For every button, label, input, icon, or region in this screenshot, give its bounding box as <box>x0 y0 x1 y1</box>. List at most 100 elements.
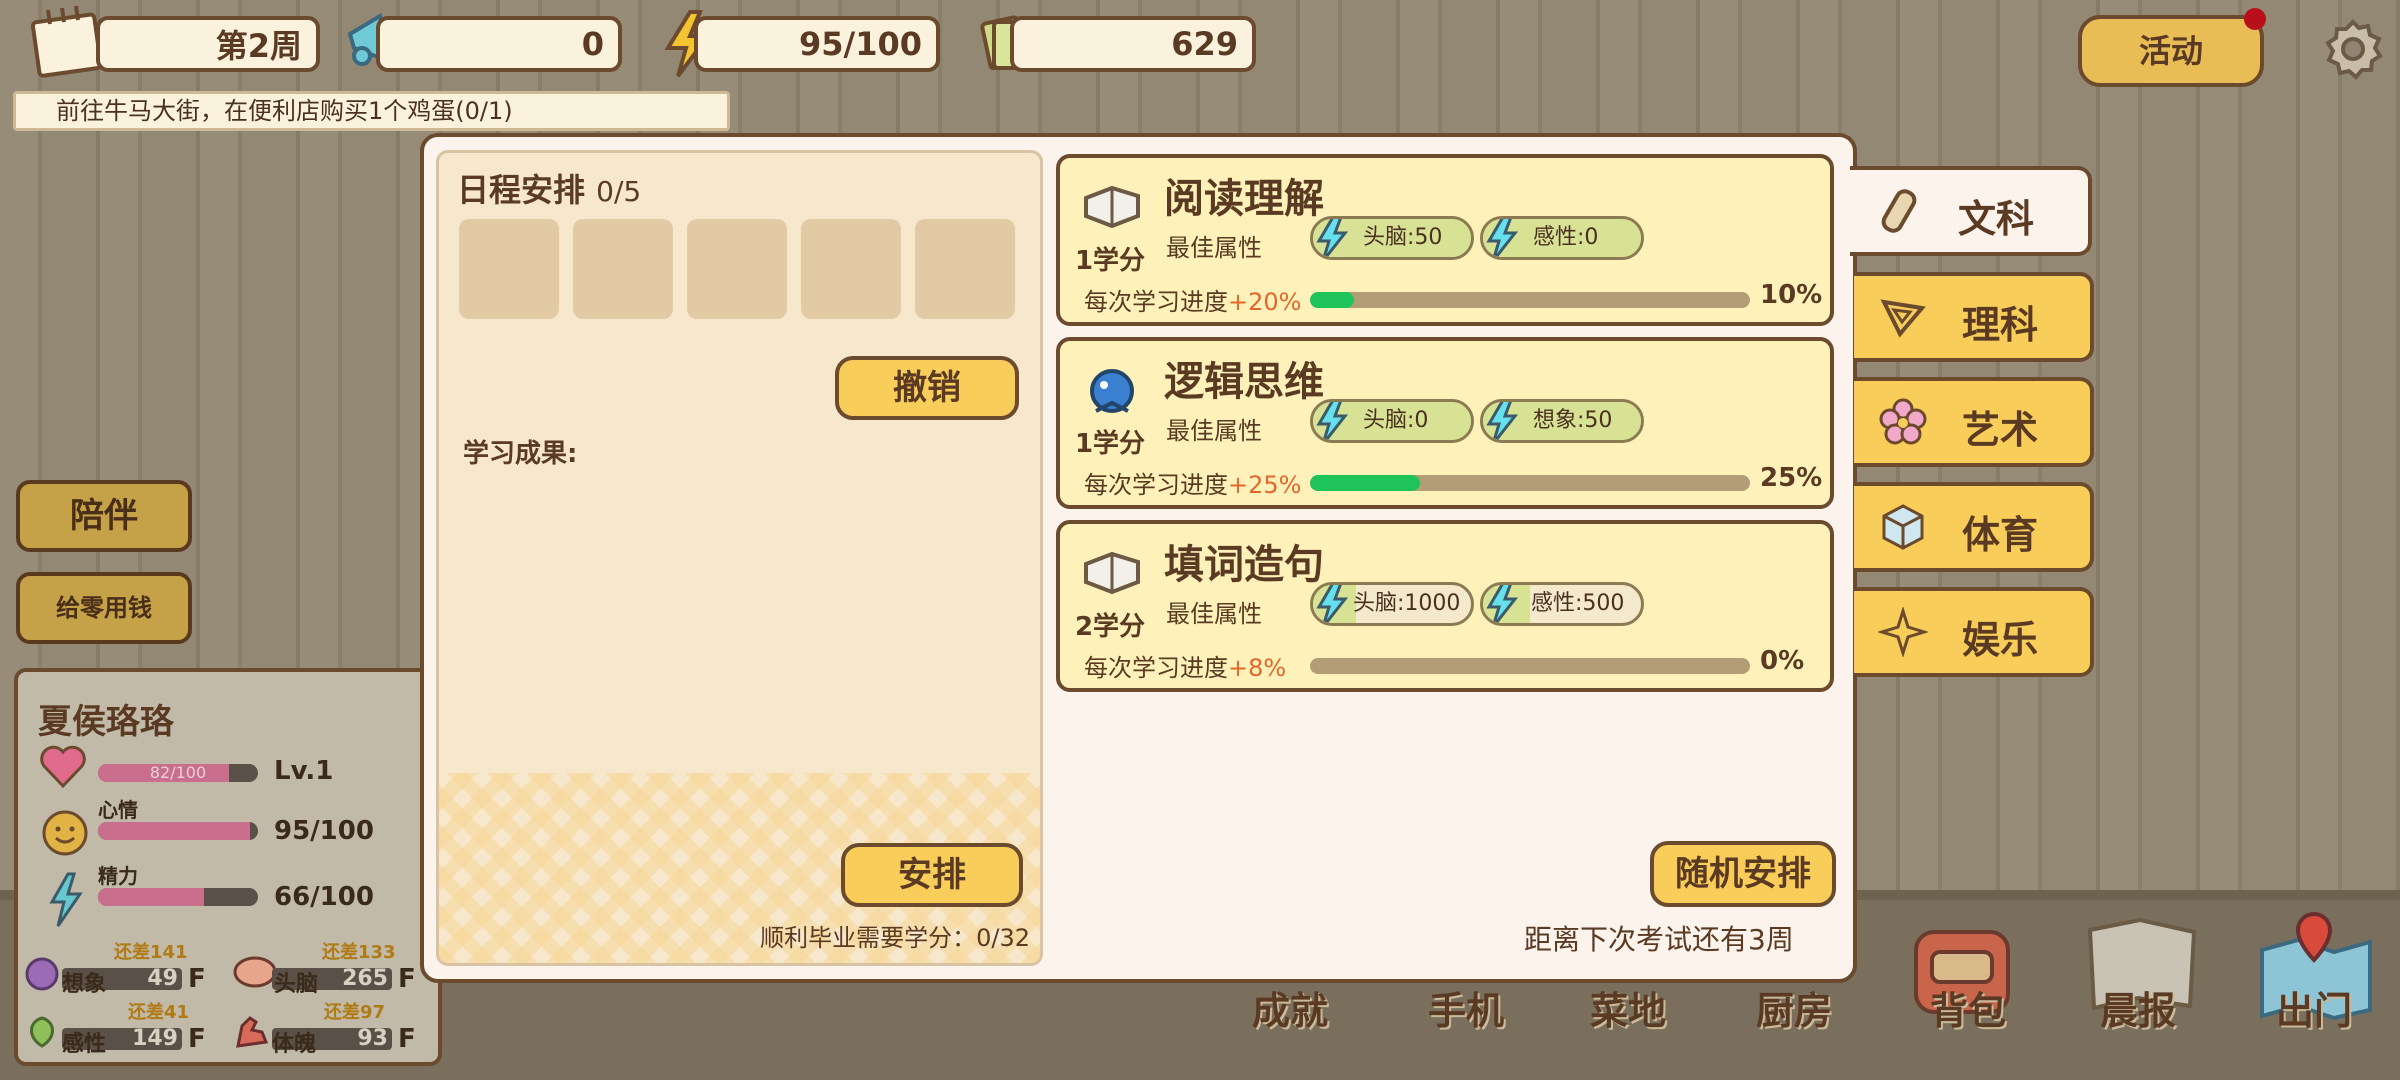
mood-fill <box>98 822 250 840</box>
stamina-value: 66/100 <box>274 882 374 912</box>
attribute-pill-text: 想象:50 <box>1533 408 1613 433</box>
tab-label: 体育 <box>1962 513 2039 557</box>
course-card-fill-words[interactable]: 2学分 填词造句 最佳属性 头脑:1000 感性:500 每次学习进度+8% 0… <box>1056 520 1834 692</box>
per-study-progress: 每次学习进度+25% <box>1084 465 1301 500</box>
course-progress-text: 25% <box>1760 463 1823 493</box>
course-card-reading[interactable]: 1学分 阅读理解 最佳属性 头脑:50 感性:0 每次学习进度+20% 10% <box>1056 154 1834 326</box>
physique-name: 体魄 <box>272 1032 317 1057</box>
attribute-pill: 感性:500 <box>1480 582 1644 626</box>
per-value: +20% <box>1228 288 1302 316</box>
money-display: 629 <box>1010 16 1256 72</box>
nav-newspaper[interactable]: 晨报 <box>2100 980 2176 1035</box>
imagination-name: 想象 <box>62 972 107 997</box>
star-icon <box>1876 605 1930 659</box>
per-study-progress: 每次学习进度+20% <box>1084 282 1301 317</box>
stamina-icon <box>48 872 84 928</box>
attribute-pill: 感性:0 <box>1480 216 1644 260</box>
tab-art[interactable]: 艺术 <box>1854 377 2094 467</box>
attribute-imagination: 还差141 想象 49 F <box>22 938 222 998</box>
sensibility-name: 感性 <box>62 1032 107 1057</box>
course-credit: 1学分 <box>1074 429 1146 459</box>
imagination-value: 49 <box>147 966 178 991</box>
level-text: Lv.1 <box>274 756 334 786</box>
nav-kitchen[interactable]: 厨房 <box>1756 980 1832 1035</box>
imagination-short: 还差141 <box>114 942 188 963</box>
imagination-grade: F <box>188 964 206 994</box>
imagination-icon <box>22 952 62 992</box>
schedule-slot[interactable] <box>801 219 901 319</box>
tab-science[interactable]: 理科 <box>1854 272 2094 362</box>
lightning-icon <box>1313 219 1355 257</box>
attribute-physique: 还差97 体魄 93 F <box>232 998 432 1058</box>
cancel-button[interactable]: 撤销 <box>835 356 1019 420</box>
quest-tracker[interactable]: 前往牛马大街，在便利店购买1个鸡蛋(0/1) <box>13 91 730 131</box>
course-credit: 1学分 <box>1074 246 1146 276</box>
mood-value: 95/100 <box>274 816 374 846</box>
course-credit: 2学分 <box>1074 612 1146 642</box>
book-icon <box>1082 546 1142 596</box>
course-progress-bar <box>1310 292 1750 308</box>
stamina-label: 精力 <box>98 864 138 888</box>
lightning-icon <box>1483 219 1525 257</box>
thinking-head-icon <box>1082 363 1142 413</box>
study-result-label: 学习成果: <box>463 439 578 469</box>
physique-short: 还差97 <box>324 1002 386 1023</box>
lightning-icon <box>1483 402 1525 440</box>
sensibility-icon <box>22 1012 62 1052</box>
attribute-pill: 想象:50 <box>1480 399 1644 443</box>
per-label: 每次学习进度 <box>1084 654 1228 682</box>
schedule-title: 日程安排 0/5 <box>457 165 641 211</box>
brain-short: 还差133 <box>322 942 396 963</box>
tab-entertainment[interactable]: 娱乐 <box>1854 587 2094 677</box>
nav-backpack[interactable]: 背包 <box>1930 980 2006 1035</box>
course-progress-text: 10% <box>1760 280 1823 310</box>
attribute-brain: 还差133 头脑 265 F <box>232 938 432 998</box>
schedule-slot[interactable] <box>687 219 787 319</box>
physique-grade: F <box>398 1024 416 1054</box>
course-progress-fill <box>1310 292 1354 308</box>
per-value: +8% <box>1228 654 1287 682</box>
stamina-bar <box>98 888 258 906</box>
event-button[interactable]: 活动 <box>2078 15 2264 87</box>
nav-go-out[interactable]: 出门 <box>2276 980 2352 1035</box>
week-text: 第2周 <box>215 27 302 65</box>
schedule-slot[interactable] <box>459 219 559 319</box>
per-study-progress: 每次学习进度+8% <box>1084 648 1286 683</box>
heart-icon <box>38 744 88 790</box>
attribute-pill: 头脑:0 <box>1310 399 1474 443</box>
accompany-button[interactable]: 陪伴 <box>16 480 192 552</box>
sensibility-value: 149 <box>132 1026 178 1051</box>
course-card-logic[interactable]: 1学分 逻辑思维 最佳属性 头脑:0 想象:50 每次学习进度+25% 25% <box>1056 337 1834 509</box>
mood-label: 心情 <box>98 798 138 822</box>
schedule-title-text: 日程安排 <box>457 171 586 209</box>
brain-name: 头脑 <box>274 972 319 997</box>
best-attribute-label: 最佳属性 <box>1166 600 1262 628</box>
nav-farm[interactable]: 菜地 <box>1590 980 1666 1035</box>
triangle-ruler-icon <box>1878 292 1928 342</box>
random-arrange-button[interactable]: 随机安排 <box>1650 841 1836 907</box>
week-display: 第2周 <box>96 16 320 72</box>
course-title: 填词造句 <box>1164 542 1324 588</box>
schedule-slot[interactable] <box>573 219 673 319</box>
lightning-icon <box>1483 585 1525 623</box>
pocket-money-button[interactable]: 给零用钱 <box>16 572 192 644</box>
nav-achievements[interactable]: 成就 <box>1252 980 1328 1035</box>
schedule-slot[interactable] <box>915 219 1015 319</box>
energy-display: 95/100 <box>694 16 940 72</box>
tab-label: 娱乐 <box>1962 618 2039 662</box>
tab-liberal-arts[interactable]: 文科 <box>1850 166 2092 256</box>
nav-phone[interactable]: 手机 <box>1428 980 1504 1035</box>
schedule-panel: 日程安排 0/5 撤销 学习成果: 安排 顺利毕业需要学分：0/32 <box>436 150 1043 966</box>
fans-text: 0 <box>581 25 604 63</box>
tab-sports[interactable]: 体育 <box>1854 482 2094 572</box>
tab-label: 艺术 <box>1962 408 2039 452</box>
flower-icon <box>1878 397 1928 447</box>
tab-label: 文科 <box>1958 197 2035 241</box>
gear-icon[interactable] <box>2322 18 2384 80</box>
best-attribute-label: 最佳属性 <box>1166 234 1262 262</box>
arrange-button[interactable]: 安排 <box>841 843 1023 907</box>
money-text: 629 <box>1171 25 1238 63</box>
attribute-pill-text: 头脑:50 <box>1363 225 1443 250</box>
course-title: 阅读理解 <box>1164 176 1324 222</box>
sensibility-grade: F <box>188 1024 206 1054</box>
